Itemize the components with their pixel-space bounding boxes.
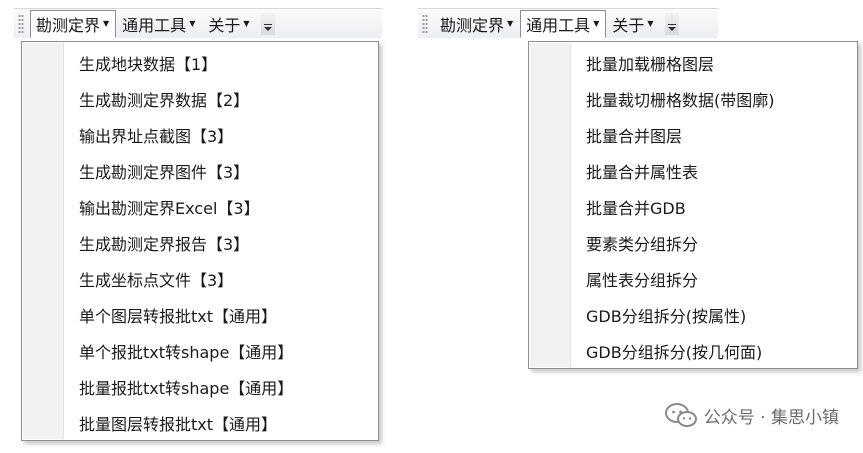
survey-boundary-dropdown: 生成地块数据【1】 生成勘测定界数据【2】 输出界址点截图【3】 生成勘测定界图… xyxy=(21,41,379,441)
menu-item-batch-clip-raster[interactable]: 批量裁切栅格数据(带图廓) xyxy=(529,81,857,117)
caret-down-icon: ▼ xyxy=(507,19,514,28)
menu-item-generate-survey-drawings[interactable]: 生成勘测定界图件【3】 xyxy=(22,153,378,189)
watermark-text: 公众号 · 集思小镇 xyxy=(703,407,839,428)
toolbar-overflow-icon[interactable] xyxy=(260,12,275,35)
menu-item-batch-layer-to-txt[interactable]: 批量图层转报批txt【通用】 xyxy=(22,405,378,441)
watermark: 公众号 · 集思小镇 xyxy=(664,402,839,428)
menu-item-layer-to-txt[interactable]: 单个图层转报批txt【通用】 xyxy=(22,297,378,333)
left-toolbar: 勘测定界 ▼ 通用工具 ▼ 关于 ▼ xyxy=(14,8,382,38)
menu-item-generate-parcel-data[interactable]: 生成地块数据【1】 xyxy=(22,45,378,81)
menu-common-tools[interactable]: 通用工具 ▼ xyxy=(116,10,202,38)
wechat-icon xyxy=(664,403,697,427)
menu-item-batch-txt-to-shape[interactable]: 批量报批txt转shape【通用】 xyxy=(22,369,378,405)
toolbar-grip[interactable] xyxy=(422,13,428,34)
menu-about[interactable]: 关于 ▼ xyxy=(202,10,256,38)
menu-item-export-survey-excel[interactable]: 输出勘测定界Excel【3】 xyxy=(22,189,378,225)
menu-item-attribute-table-split[interactable]: 属性表分组拆分 xyxy=(529,261,857,297)
menu-survey-boundary[interactable]: 勘测定界 ▼ xyxy=(434,10,520,38)
toolbar-overflow-icon[interactable] xyxy=(664,12,679,35)
caret-down-icon: ▼ xyxy=(593,19,600,28)
caret-down-icon: ▼ xyxy=(243,19,250,28)
menu-item-batch-merge-layers[interactable]: 批量合并图层 xyxy=(529,117,857,153)
menu-about[interactable]: 关于 ▼ xyxy=(606,10,660,38)
toolbar-grip[interactable] xyxy=(18,13,24,34)
menu-common-tools[interactable]: 通用工具 ▼ xyxy=(520,9,607,38)
menu-item-generate-survey-data[interactable]: 生成勘测定界数据【2】 xyxy=(22,81,378,117)
common-tools-dropdown: 批量加载栅格图层 批量裁切栅格数据(带图廓) 批量合并图层 批量合并属性表 批量… xyxy=(528,41,858,369)
menu-item-export-boundary-point-screenshot[interactable]: 输出界址点截图【3】 xyxy=(22,117,378,153)
right-toolbar: 勘测定界 ▼ 通用工具 ▼ 关于 ▼ xyxy=(418,8,718,38)
menu-item-gdb-split-by-attribute[interactable]: GDB分组拆分(按属性) xyxy=(529,297,857,333)
menu-item-batch-merge-attribute-tables[interactable]: 批量合并属性表 xyxy=(529,153,857,189)
menu-item-batch-load-raster[interactable]: 批量加载栅格图层 xyxy=(529,45,857,81)
menu-item-generate-coordinate-file[interactable]: 生成坐标点文件【3】 xyxy=(22,261,378,297)
menu-item-txt-to-shape[interactable]: 单个报批txt转shape【通用】 xyxy=(22,333,378,369)
menu-item-gdb-split-by-geometry[interactable]: GDB分组拆分(按几何面) xyxy=(529,333,857,369)
caret-down-icon: ▼ xyxy=(189,19,196,28)
caret-down-icon: ▼ xyxy=(647,19,654,28)
menu-item-batch-merge-gdb[interactable]: 批量合并GDB xyxy=(529,189,857,225)
menu-item-generate-survey-report[interactable]: 生成勘测定界报告【3】 xyxy=(22,225,378,261)
menu-survey-boundary[interactable]: 勘测定界 ▼ xyxy=(30,9,117,38)
menu-item-feature-class-split[interactable]: 要素类分组拆分 xyxy=(529,225,857,261)
caret-down-icon: ▼ xyxy=(103,19,110,28)
